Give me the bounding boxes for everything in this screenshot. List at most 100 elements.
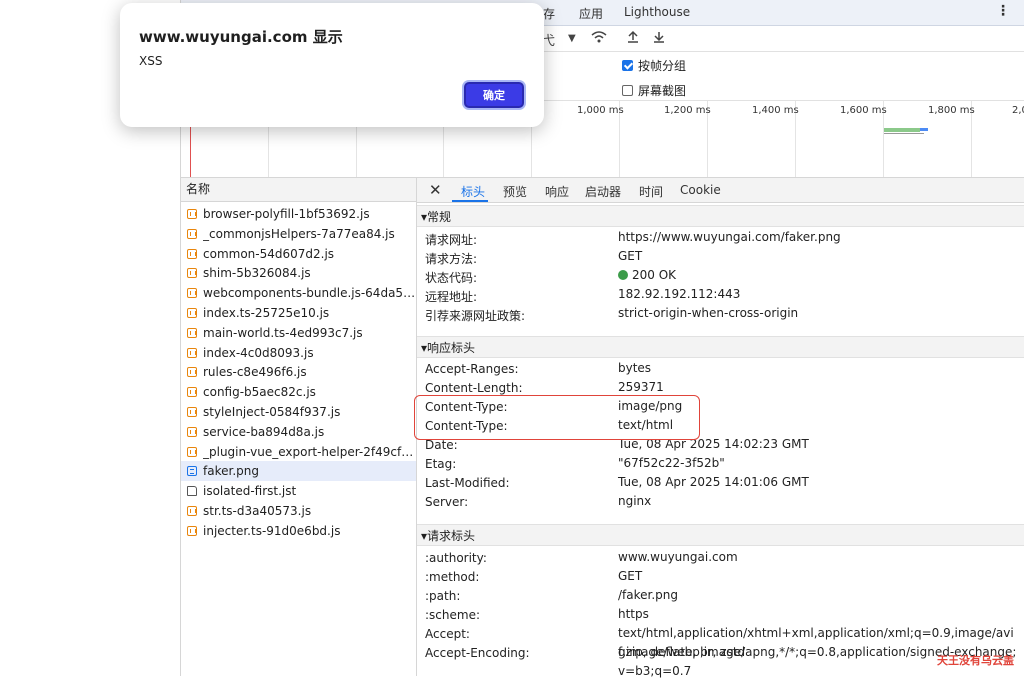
- checkbox-checked-icon[interactable]: [622, 60, 633, 71]
- timeline-tick: 1,000 ms: [577, 105, 624, 116]
- watermark: 天王没有乌云盖: [937, 654, 1014, 667]
- throttle-dropdown-icon[interactable]: ▼: [568, 33, 576, 44]
- request-row[interactable]: common-54d607d2.js: [181, 244, 416, 264]
- request-row[interactable]: str.ts-d3a40573.js: [181, 501, 416, 521]
- request-row[interactable]: main-world.ts-4ed993c7.js: [181, 323, 416, 343]
- js-file-icon: [187, 268, 197, 279]
- request-row[interactable]: shim-5b326084.js: [181, 263, 416, 283]
- header-key: Date:: [425, 438, 458, 452]
- tab-cookies[interactable]: Cookie: [680, 183, 721, 197]
- network-conditions-icon[interactable]: [591, 30, 607, 48]
- request-name: common-54d607d2.js: [203, 246, 335, 261]
- request-row[interactable]: styleInject-0584f937.js: [181, 402, 416, 422]
- header-value[interactable]: strict-origin-when-cross-origin: [618, 304, 1018, 323]
- request-row[interactable]: index.ts-25725e10.js: [181, 303, 416, 323]
- header-key: :authority:: [425, 551, 487, 565]
- request-name: injecter.ts-91d0e6bd.js: [203, 523, 341, 538]
- request-name: rules-c8e496f6.js: [203, 365, 307, 380]
- request-row[interactable]: _commonjsHelpers-7a77ea84.js: [181, 224, 416, 244]
- header-key: Accept:: [425, 627, 470, 641]
- header-key: Etag:: [425, 457, 457, 471]
- request-row[interactable]: browser-polyfill-1bf53692.js: [181, 204, 416, 224]
- request-row[interactable]: faker.png: [181, 461, 416, 482]
- download-har-icon[interactable]: [652, 30, 666, 48]
- js-file-icon: [187, 506, 197, 516]
- details-tabbar: ✕ 标头 预览 响应 启动器 时间 Cookie: [417, 178, 1024, 203]
- header-key: Accept-Ranges:: [425, 362, 519, 376]
- js-file-icon: [187, 228, 197, 239]
- close-icon[interactable]: ✕: [429, 181, 442, 199]
- header-value[interactable]: 200 OK: [618, 266, 1018, 285]
- name-column-header[interactable]: 名称: [181, 178, 416, 202]
- header-key: 远程地址:: [425, 290, 478, 304]
- header-value[interactable]: https://www.wuyungai.com/faker.png: [618, 228, 1018, 247]
- tab-response[interactable]: 响应: [545, 183, 569, 200]
- tab-lighthouse[interactable]: Lighthouse: [624, 5, 690, 19]
- dialog-title: www.wuyungai.com 显示: [139, 28, 343, 46]
- js-file-icon: [187, 327, 197, 338]
- header-value[interactable]: https: [618, 605, 1018, 624]
- header-value[interactable]: GET: [618, 247, 1018, 266]
- header-value[interactable]: nginx: [618, 492, 1018, 511]
- js-file-icon: [187, 248, 197, 259]
- tab-application[interactable]: 应用: [579, 5, 603, 22]
- timeline-tick: 1,400 ms: [752, 105, 799, 116]
- request-name: browser-polyfill-1bf53692.js: [203, 207, 370, 221]
- js-file-icon: [187, 446, 197, 457]
- header-key: Content-Length:: [425, 381, 523, 395]
- more-options-icon[interactable]: ⋮: [996, 3, 1010, 19]
- request-row[interactable]: _plugin-vue_export-helper-2f49cf34...: [181, 442, 416, 462]
- header-value[interactable]: 182.92.192.112:443: [618, 285, 1018, 304]
- request-row[interactable]: webcomponents-bundle.js-64da5ba...: [181, 283, 416, 303]
- request-row[interactable]: injecter.ts-91d0e6bd.js: [181, 521, 416, 541]
- group-by-frame-label: 按帧分组: [638, 59, 687, 73]
- timeline-tick: 1,600 ms: [840, 105, 887, 116]
- tab-timing[interactable]: 时间: [639, 183, 663, 200]
- request-name: index-4c0d8093.js: [203, 345, 314, 360]
- header-value[interactable]: Tue, 08 Apr 2025 14:01:06 GMT: [618, 473, 1018, 492]
- header-key: 状态代码:: [425, 271, 478, 285]
- header-value[interactable]: www.wuyungai.com: [618, 548, 1018, 567]
- section-header-response[interactable]: ▾响应标头: [417, 336, 1024, 358]
- request-row[interactable]: isolated-first.jst: [181, 481, 416, 501]
- header-key: Server:: [425, 495, 469, 509]
- request-name: str.ts-d3a40573.js: [203, 504, 312, 518]
- header-key: 请求方法:: [425, 252, 478, 266]
- checkbox-unchecked-icon[interactable]: [622, 85, 633, 96]
- header-key: :method:: [425, 570, 480, 584]
- timeline-tick: 1,800 ms: [928, 105, 975, 116]
- group-by-frame-checkbox[interactable]: 按帧分组: [622, 57, 686, 74]
- request-row[interactable]: rules-c8e496f6.js: [181, 362, 416, 382]
- timeline-tick: 2,0: [1012, 105, 1024, 116]
- request-name: isolated-first.jst: [203, 484, 297, 499]
- header-key: 引荐来源网址政策:: [425, 309, 526, 323]
- tab-preview[interactable]: 预览: [503, 183, 527, 200]
- request-row[interactable]: index-4c0d8093.js: [181, 343, 416, 363]
- header-value[interactable]: GET: [618, 567, 1018, 586]
- header-value[interactable]: /faker.png: [618, 586, 1018, 605]
- dialog-message: XSS: [139, 54, 163, 68]
- header-key: Accept-Encoding:: [425, 646, 530, 660]
- status-ok-icon: [618, 270, 628, 280]
- upload-har-icon[interactable]: [626, 30, 640, 48]
- dialog-ok-button[interactable]: 确定: [464, 82, 524, 108]
- header-key: 请求网址:: [425, 233, 478, 247]
- js-file-icon: [187, 367, 197, 378]
- section-header-general[interactable]: ▾常规: [417, 205, 1024, 227]
- tab-storage-partial[interactable]: 存: [543, 5, 555, 22]
- content-type-highlight-box: [414, 395, 700, 440]
- header-value[interactable]: "67f52c22-3f52b": [618, 454, 1018, 473]
- tab-initiator[interactable]: 启动器: [585, 183, 621, 200]
- js-file-icon: [187, 426, 197, 437]
- request-name: _plugin-vue_export-helper-2f49cf34...: [203, 444, 416, 459]
- js-file-icon: [187, 407, 197, 417]
- active-tab-indicator: [452, 200, 488, 202]
- header-value[interactable]: bytes: [618, 359, 1018, 378]
- screenshots-checkbox[interactable]: 屏幕截图: [622, 82, 686, 99]
- request-name: index.ts-25725e10.js: [203, 306, 330, 320]
- section-header-request[interactable]: ▾请求标头: [417, 524, 1024, 546]
- tab-headers[interactable]: 标头: [461, 183, 485, 200]
- request-name: _commonjsHelpers-7a77ea84.js: [203, 226, 395, 241]
- request-row[interactable]: service-ba894d8a.js: [181, 422, 416, 442]
- request-row[interactable]: config-b5aec82c.js: [181, 382, 416, 402]
